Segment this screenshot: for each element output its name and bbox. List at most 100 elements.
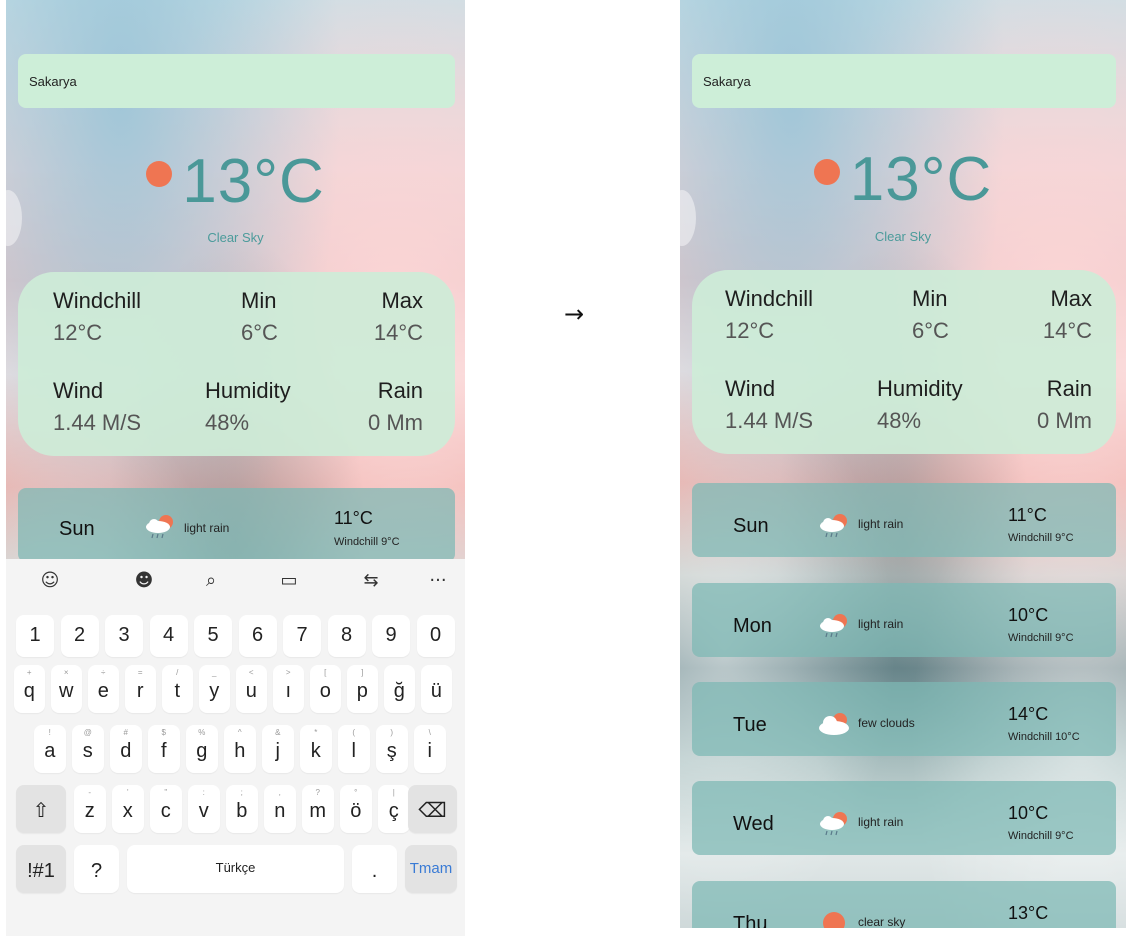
key-i[interactable]: \ i [414, 725, 446, 773]
rain-cloud-icon [820, 514, 847, 538]
period-key[interactable]: . [352, 845, 397, 893]
key-ö[interactable]: ° ö [340, 785, 372, 833]
city-search-input[interactable]: Sakarya [692, 54, 1116, 108]
sticker-icon[interactable]: ☻ [132, 569, 156, 593]
key-8[interactable]: 8 [327, 615, 366, 657]
key-0[interactable]: 0 [416, 615, 455, 657]
windchill-value: 12°C [725, 318, 775, 343]
key-p[interactable]: ] p [347, 665, 378, 713]
key-ç[interactable]: | ç [378, 785, 410, 833]
key-label: m [309, 800, 327, 822]
search-icon[interactable]: ⌕ [199, 569, 223, 593]
key-9[interactable]: 9 [372, 615, 410, 657]
key-hint: ; [240, 788, 243, 797]
rain-label: Rain [377, 378, 423, 403]
key-a[interactable]: ! a [34, 725, 66, 773]
forecast-item[interactable]: Thu clear sky 13°C [692, 881, 1116, 928]
key-x[interactable]: ' x [112, 785, 144, 833]
city-search-input[interactable]: Sakarya [18, 54, 455, 108]
key-ş[interactable]: ) ş [376, 725, 408, 773]
key-hint: * [314, 728, 318, 737]
key-v[interactable]: :v [188, 785, 220, 833]
key-hint: _ [212, 668, 217, 677]
key-b[interactable]: ; b [226, 785, 258, 833]
forecast-item[interactable]: Sun light rain 11°C Windchill 9°C [18, 488, 455, 562]
key-hint: [ [324, 668, 327, 677]
wind-stat: Wind 1.44 M/S [725, 376, 813, 434]
forecast-item[interactable]: Tue few clouds 14°C Windchill 10°C [692, 682, 1116, 756]
key-t[interactable]: / t [162, 665, 193, 713]
key-l[interactable]: (l [338, 725, 370, 773]
key-f[interactable]: $ f [148, 725, 180, 773]
key-j[interactable]: & j [262, 725, 294, 773]
key-2[interactable]: 2 [60, 615, 99, 657]
key-ı[interactable]: > ı [273, 665, 304, 713]
emoji-icon[interactable]: ☺ [38, 569, 62, 593]
transition-arrow: → [564, 300, 585, 328]
humidity-label: Humidity [877, 376, 963, 401]
translate-icon[interactable]: ⇆ [359, 569, 383, 593]
key-label: 8 [340, 624, 353, 646]
key-hint: ] [361, 668, 364, 677]
city-text: Sakarya [29, 74, 77, 89]
key-q[interactable]: + q [14, 665, 45, 713]
space-key[interactable]: Türkçe [127, 845, 344, 893]
key-w[interactable]: × w [51, 665, 82, 713]
more-icon[interactable]: ··· [426, 569, 450, 593]
forecast-item[interactable]: Mon light rain 10°C Windchill 9°C [692, 583, 1116, 657]
windchill-value: 12°C [53, 320, 103, 345]
clipboard-icon[interactable]: ▭ [277, 569, 301, 593]
forecast-item[interactable]: Sun light rain 11°C Windchill 9°C [692, 483, 1116, 557]
forecast-item[interactable]: Wed light rain 10°C Windchill 9°C [692, 781, 1116, 855]
key-u[interactable]: < u [236, 665, 267, 713]
key-4[interactable]: 4 [149, 615, 188, 657]
symbols-key[interactable]: !#1 [16, 845, 66, 893]
key-r[interactable]: = r [125, 665, 156, 713]
key-e[interactable]: ÷ e [88, 665, 119, 713]
max-label: Max [381, 288, 423, 313]
key-ü[interactable]: ü [421, 665, 452, 713]
key-7[interactable]: 7 [283, 615, 321, 657]
done-key[interactable]: Tmam [405, 845, 457, 893]
key-label: w [59, 680, 74, 702]
key-z[interactable]: -z [74, 785, 106, 833]
question-key[interactable]: ? [74, 845, 119, 893]
rain-stat: Rain 0 Mm [1037, 376, 1092, 434]
key-k[interactable]: * k [300, 725, 332, 773]
key-6[interactable]: 6 [238, 615, 277, 657]
key-label: !#1 [27, 860, 55, 882]
key-ğ[interactable]: ğ [384, 665, 415, 713]
forecast-windchill: Windchill 9°C [1008, 632, 1074, 644]
key-hint: ? [315, 788, 320, 797]
max-stat: Max 14°C [374, 288, 423, 346]
min-label: Min [912, 286, 948, 311]
key-o[interactable]: [o [310, 665, 341, 713]
key-1[interactable]: 1 [16, 615, 54, 657]
key-hint: / [176, 668, 179, 677]
shift-key[interactable]: ⇧ [16, 785, 66, 833]
forecast-temperature: 10°C [1008, 605, 1049, 625]
key-d[interactable]: # d [110, 725, 142, 773]
key-3[interactable]: 3 [105, 615, 143, 657]
wind-value: 1.44 M/S [725, 408, 814, 433]
key-label: g [196, 740, 208, 762]
key-hint: ) [390, 728, 394, 737]
key-5[interactable]: 5 [194, 615, 232, 657]
backspace-key[interactable]: ⌫ [408, 785, 457, 833]
left-screen: Sakarya 13°C Clear Sky Windchill 12°C Mi… [6, 0, 465, 936]
forecast-day: Mon [733, 615, 772, 637]
key-hint: + [26, 668, 32, 677]
key-h[interactable]: ^ h [224, 725, 256, 773]
sun-icon [813, 158, 840, 185]
key-m[interactable]: ? m [302, 785, 334, 833]
key-g[interactable]: % g [186, 725, 218, 773]
key-s[interactable]: @ s [72, 725, 104, 773]
key-c[interactable]: " c [150, 785, 182, 833]
key-label: c [160, 800, 171, 822]
weather-stats-card: Windchill 12°C Min 6°C Max 14°C Wind 1.4… [692, 270, 1116, 454]
humidity-stat: Humidity 48% [205, 378, 291, 436]
wind-value: 1.44 M/S [53, 410, 142, 435]
key-y[interactable]: _ y [199, 665, 230, 713]
key-n[interactable]: ,n [264, 785, 296, 833]
key-label: d [120, 740, 132, 762]
